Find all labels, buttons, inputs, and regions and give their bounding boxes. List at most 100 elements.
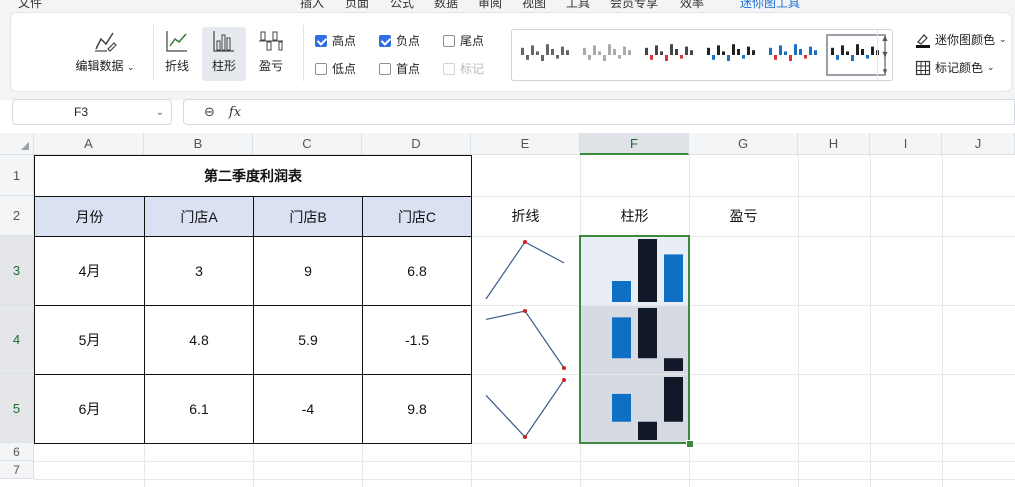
- low-point-checkbox[interactable]: 低点: [315, 60, 356, 77]
- sparkline-style-4[interactable]: [704, 36, 760, 74]
- row-header-1[interactable]: 1: [0, 155, 34, 196]
- sparkline-style-5[interactable]: [766, 36, 822, 74]
- sparkline-style-2[interactable]: [580, 36, 636, 74]
- row-header-4[interactable]: 4: [0, 305, 34, 374]
- menu-review[interactable]: 审阅: [478, 0, 502, 10]
- cell-month[interactable]: 4月: [34, 236, 145, 306]
- cell-value[interactable]: 5.9: [253, 305, 363, 375]
- style-thumb-bar: [727, 55, 730, 61]
- marker-color-dropdown[interactable]: 标记颜色 ⌄: [915, 59, 995, 76]
- table-title[interactable]: 第二季度利润表: [34, 155, 472, 197]
- chevron-up-icon[interactable]: ▲: [881, 33, 890, 43]
- menu-file[interactable]: 文件: [18, 0, 42, 10]
- line-sparkline: [485, 241, 565, 300]
- header-column-sparkline[interactable]: 柱形: [580, 196, 689, 236]
- style-thumb-bar: [680, 55, 683, 59]
- column-header-a[interactable]: A: [34, 133, 144, 155]
- checkbox-icon: [443, 34, 455, 47]
- menu-sparkline-tools[interactable]: 迷你图工具: [740, 0, 800, 10]
- header-winloss-sparkline[interactable]: 盈亏: [689, 196, 798, 236]
- column-sparkline-bar: [612, 393, 631, 422]
- negative-point-marker: [562, 366, 566, 370]
- style-thumb-bar: [794, 44, 797, 55]
- fx-icon[interactable]: fx: [229, 105, 241, 120]
- cell-month[interactable]: 5月: [34, 305, 145, 375]
- chevron-down-icon[interactable]: ⌄: [149, 107, 171, 118]
- menu-formula[interactable]: 公式: [390, 0, 414, 10]
- style-thumb-bar: [541, 55, 544, 61]
- last-point-checkbox[interactable]: 尾点: [443, 32, 484, 49]
- sparkline-style-3[interactable]: [642, 36, 698, 74]
- expand-icon[interactable]: ▾: [883, 66, 888, 77]
- column-header-f[interactable]: F: [580, 133, 689, 155]
- style-thumb-bar: [774, 55, 777, 60]
- column-header-b[interactable]: B: [144, 133, 253, 155]
- winloss-sparkline-button[interactable]: 盈亏: [253, 27, 289, 81]
- cell-value[interactable]: 6.8: [362, 236, 472, 306]
- menu-data[interactable]: 数据: [434, 0, 458, 10]
- column-sparkline-button[interactable]: 柱形: [202, 27, 246, 81]
- cell-value[interactable]: 9: [253, 236, 363, 306]
- cell-value[interactable]: 3: [144, 236, 254, 306]
- style-thumb-bar: [784, 51, 787, 55]
- sparkline-color-dropdown[interactable]: 迷你图颜色 ⌄: [915, 31, 1007, 48]
- column-header-i[interactable]: I: [870, 133, 942, 155]
- header-store-a[interactable]: 门店A: [144, 196, 254, 237]
- column-header-h[interactable]: H: [798, 133, 870, 155]
- menu-insert[interactable]: 插入: [300, 0, 324, 10]
- menu-member[interactable]: 会员专享: [610, 0, 658, 10]
- style-thumb-bar: [856, 44, 859, 55]
- fill-handle[interactable]: [686, 440, 694, 448]
- cell-value[interactable]: 9.8: [362, 374, 472, 444]
- sparkline-ribbon-panel: 编辑数据 ⌄ 折线 柱形 盈亏 高点 负点 尾点 低点 首点 标记 ▲ ▼ ▾ …: [10, 12, 1012, 92]
- chevron-down-icon[interactable]: ▼: [881, 49, 890, 59]
- negative-point-checkbox[interactable]: 负点: [379, 32, 420, 49]
- cell-value[interactable]: 6.1: [144, 374, 254, 444]
- checkbox-icon: [379, 62, 391, 75]
- first-point-checkbox[interactable]: 首点: [379, 60, 420, 77]
- cell-value[interactable]: -1.5: [362, 305, 472, 375]
- row-header-7[interactable]: 7: [0, 461, 34, 479]
- column-sparkline-bar: [612, 281, 631, 302]
- line-chart-icon: [166, 31, 187, 52]
- column-sparkline-bar: [612, 317, 631, 359]
- zoom-icon[interactable]: ⊖: [204, 104, 215, 120]
- menu-tools[interactable]: 工具: [566, 0, 590, 10]
- row-header-2[interactable]: 2: [0, 196, 34, 236]
- style-thumb-bar: [566, 50, 569, 55]
- column-header-g[interactable]: G: [689, 133, 798, 155]
- menu-page[interactable]: 页面: [345, 0, 369, 10]
- style-thumb-bar: [521, 47, 524, 55]
- formula-bar[interactable]: ⊖ fx: [183, 99, 1015, 125]
- cell-value[interactable]: -4: [253, 374, 363, 444]
- header-line-sparkline[interactable]: 折线: [471, 196, 580, 236]
- menu-view[interactable]: 视图: [522, 0, 546, 10]
- header-store-b[interactable]: 门店B: [253, 196, 363, 237]
- row-header-6[interactable]: 6: [0, 443, 34, 461]
- column-header-e[interactable]: E: [471, 133, 580, 155]
- select-all-corner[interactable]: [0, 133, 34, 155]
- cell-value[interactable]: 4.8: [144, 305, 254, 375]
- cell-month[interactable]: 6月: [34, 374, 145, 444]
- column-header-d[interactable]: D: [362, 133, 471, 155]
- checkbox-checked-icon: [315, 34, 327, 47]
- header-store-c[interactable]: 门店C: [362, 196, 472, 237]
- row-header-3[interactable]: 3: [0, 236, 34, 305]
- column-header-j[interactable]: J: [942, 133, 1015, 155]
- gallery-scroll[interactable]: ▲ ▼ ▾: [877, 30, 892, 80]
- style-thumb-bar: [628, 50, 631, 55]
- menu-efficiency[interactable]: 效率: [680, 0, 704, 10]
- name-box[interactable]: F3 ⌄: [12, 99, 172, 125]
- column-header-c[interactable]: C: [253, 133, 362, 155]
- header-month[interactable]: 月份: [34, 196, 145, 237]
- sparkline-style-6[interactable]: [826, 34, 886, 76]
- edit-data-button[interactable]: 编辑数据 ⌄: [73, 29, 137, 74]
- line-sparkline-button[interactable]: 折线: [159, 27, 195, 81]
- sparkline-style-1[interactable]: [518, 36, 574, 74]
- line-sparkline: [485, 310, 565, 369]
- row-header-5[interactable]: 5: [0, 374, 34, 443]
- style-thumb-bar: [747, 46, 750, 55]
- column-sparkline-background: [581, 375, 688, 443]
- high-point-checkbox[interactable]: 高点: [315, 32, 356, 49]
- chevron-down-icon: ⌄: [987, 62, 995, 72]
